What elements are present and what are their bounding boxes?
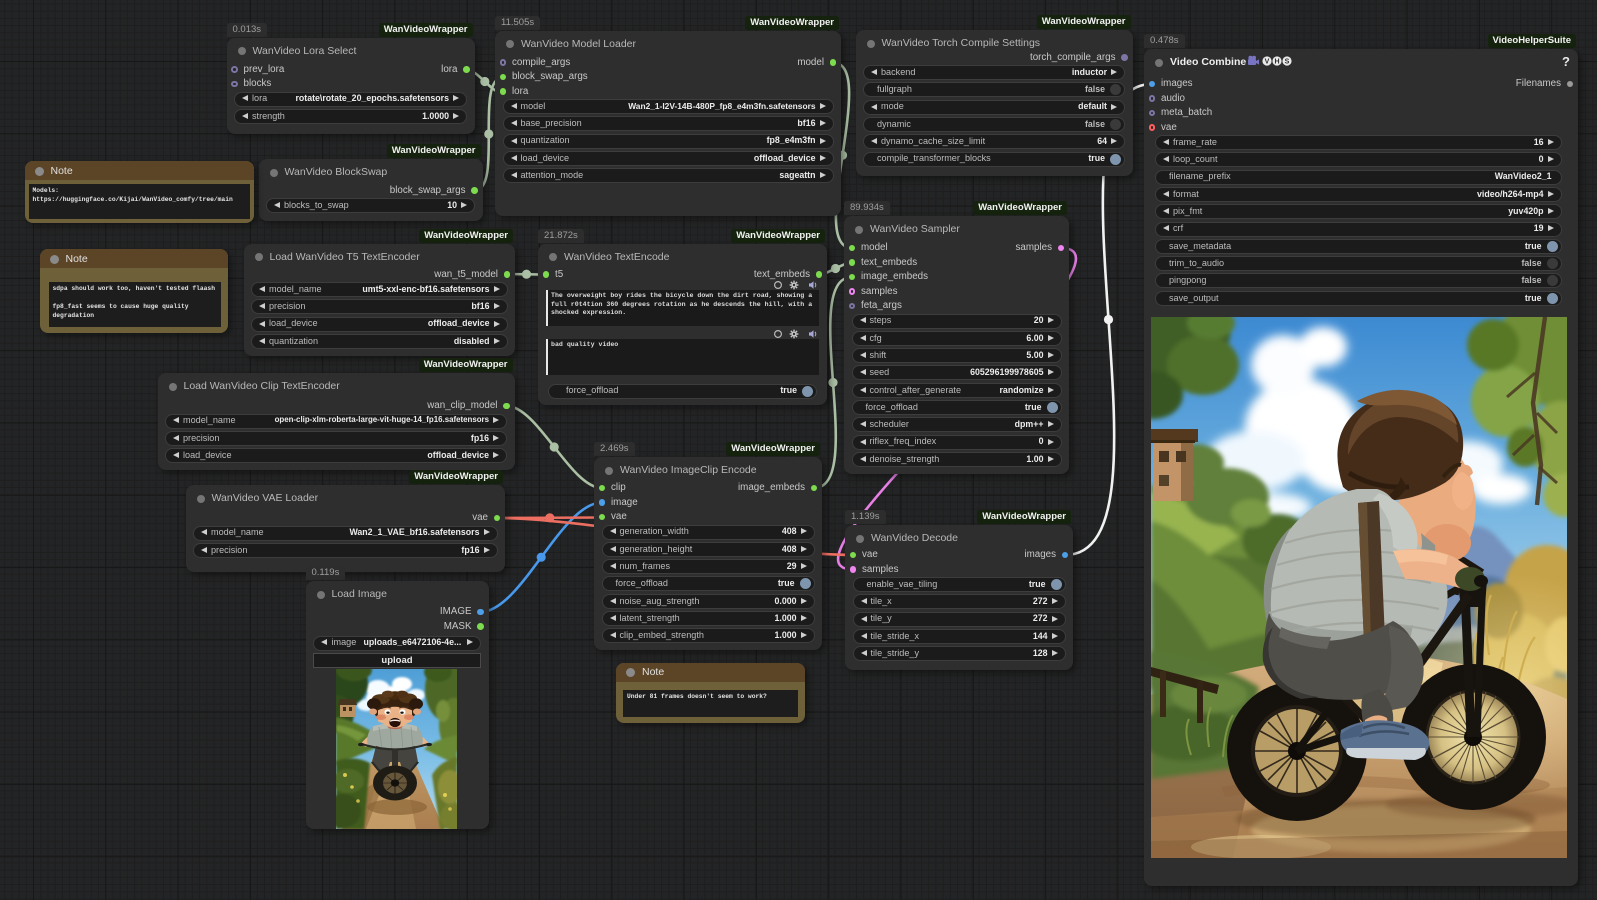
svg-text:V: V xyxy=(1265,59,1270,66)
svg-text:H: H xyxy=(1274,59,1279,66)
svg-text:S: S xyxy=(1285,59,1290,66)
